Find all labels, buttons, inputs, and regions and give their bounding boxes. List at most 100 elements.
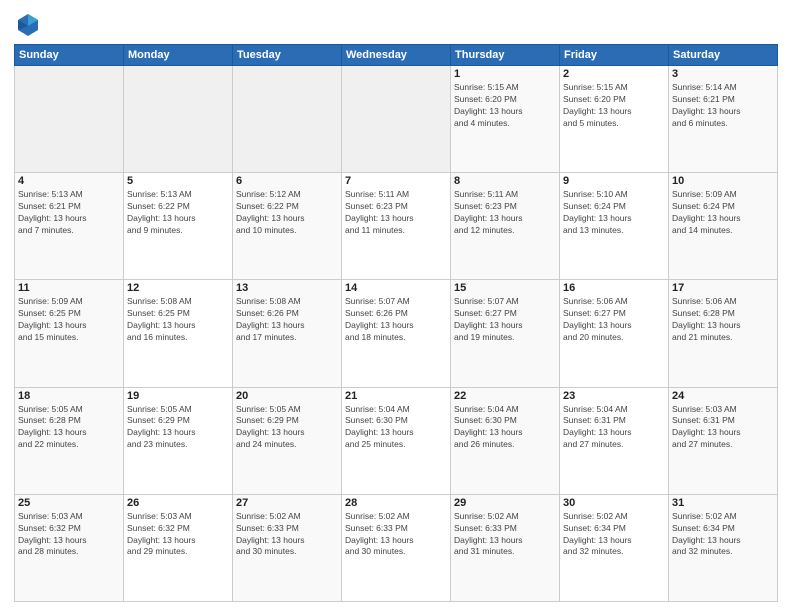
day-info: Sunrise: 5:07 AM Sunset: 6:26 PM Dayligh… — [345, 296, 447, 344]
day-cell: 25 Sunrise: 5:03 AM Sunset: 6:32 PM Dayli… — [15, 494, 124, 601]
day-cell: 12 Sunrise: 5:08 AM Sunset: 6:25 PM Dayli… — [124, 280, 233, 387]
day-info: Sunrise: 5:09 AM Sunset: 6:25 PM Dayligh… — [18, 296, 120, 344]
day-number: 16 — [563, 282, 665, 294]
day-info: Sunrise: 5:04 AM Sunset: 6:30 PM Dayligh… — [454, 404, 556, 452]
day-info: Sunrise: 5:05 AM Sunset: 6:29 PM Dayligh… — [127, 404, 229, 452]
day-number: 12 — [127, 282, 229, 294]
day-info: Sunrise: 5:02 AM Sunset: 6:34 PM Dayligh… — [563, 511, 665, 559]
day-info: Sunrise: 5:06 AM Sunset: 6:27 PM Dayligh… — [563, 296, 665, 344]
day-info: Sunrise: 5:14 AM Sunset: 6:21 PM Dayligh… — [672, 82, 774, 130]
day-info: Sunrise: 5:08 AM Sunset: 6:25 PM Dayligh… — [127, 296, 229, 344]
day-info: Sunrise: 5:02 AM Sunset: 6:34 PM Dayligh… — [672, 511, 774, 559]
day-info: Sunrise: 5:02 AM Sunset: 6:33 PM Dayligh… — [236, 511, 338, 559]
day-info: Sunrise: 5:02 AM Sunset: 6:33 PM Dayligh… — [454, 511, 556, 559]
day-cell: 26 Sunrise: 5:03 AM Sunset: 6:32 PM Dayli… — [124, 494, 233, 601]
day-cell: 15 Sunrise: 5:07 AM Sunset: 6:27 PM Dayli… — [451, 280, 560, 387]
day-number: 27 — [236, 497, 338, 509]
day-info: Sunrise: 5:04 AM Sunset: 6:31 PM Dayligh… — [563, 404, 665, 452]
day-number: 30 — [563, 497, 665, 509]
day-cell: 29Sunrise: 5:02 AM Sunset: 6:33 PM Dayli… — [451, 494, 560, 601]
day-number: 6 — [236, 175, 338, 187]
week-row-5: 25 Sunrise: 5:03 AM Sunset: 6:32 PM Dayli… — [15, 494, 778, 601]
day-number: 8 — [454, 175, 556, 187]
day-cell — [15, 66, 124, 173]
day-info: Sunrise: 5:08 AM Sunset: 6:26 PM Dayligh… — [236, 296, 338, 344]
day-info: Sunrise: 5:09 AM Sunset: 6:24 PM Dayligh… — [672, 189, 774, 237]
day-number: 20 — [236, 390, 338, 402]
day-info: Sunrise: 5:02 AM Sunset: 6:33 PM Dayligh… — [345, 511, 447, 559]
day-cell: 19 Sunrise: 5:05 AM Sunset: 6:29 PM Dayli… — [124, 387, 233, 494]
day-number: 31 — [672, 497, 774, 509]
header — [14, 10, 778, 38]
day-info: Sunrise: 5:13 AM Sunset: 6:22 PM Dayligh… — [127, 189, 229, 237]
day-info: Sunrise: 5:15 AM Sunset: 6:20 PM Dayligh… — [454, 82, 556, 130]
day-info: Sunrise: 5:06 AM Sunset: 6:28 PM Dayligh… — [672, 296, 774, 344]
day-number: 15 — [454, 282, 556, 294]
day-number: 11 — [18, 282, 120, 294]
day-cell: 18 Sunrise: 5:05 AM Sunset: 6:28 PM Dayli… — [15, 387, 124, 494]
day-cell: 24Sunrise: 5:03 AM Sunset: 6:31 PM Dayli… — [669, 387, 778, 494]
day-number: 21 — [345, 390, 447, 402]
day-info: Sunrise: 5:13 AM Sunset: 6:21 PM Dayligh… — [18, 189, 120, 237]
logo-icon — [14, 10, 42, 38]
calendar-table: SundayMondayTuesdayWednesdayThursdayFrid… — [14, 44, 778, 602]
day-cell — [124, 66, 233, 173]
day-number: 19 — [127, 390, 229, 402]
day-number: 10 — [672, 175, 774, 187]
day-cell: 13 Sunrise: 5:08 AM Sunset: 6:26 PM Dayli… — [233, 280, 342, 387]
day-cell: 27 Sunrise: 5:02 AM Sunset: 6:33 PM Dayli… — [233, 494, 342, 601]
day-number: 3 — [672, 68, 774, 80]
day-cell: 23 Sunrise: 5:04 AM Sunset: 6:31 PM Dayli… — [560, 387, 669, 494]
weekday-wednesday: Wednesday — [342, 45, 451, 66]
day-number: 1 — [454, 68, 556, 80]
day-number: 17 — [672, 282, 774, 294]
day-cell: 4Sunrise: 5:13 AM Sunset: 6:21 PM Daylig… — [15, 173, 124, 280]
day-number: 13 — [236, 282, 338, 294]
day-info: Sunrise: 5:07 AM Sunset: 6:27 PM Dayligh… — [454, 296, 556, 344]
day-cell: 6Sunrise: 5:12 AM Sunset: 6:22 PM Daylig… — [233, 173, 342, 280]
day-info: Sunrise: 5:03 AM Sunset: 6:31 PM Dayligh… — [672, 404, 774, 452]
day-cell: 2Sunrise: 5:15 AM Sunset: 6:20 PM Daylig… — [560, 66, 669, 173]
week-row-3: 11 Sunrise: 5:09 AM Sunset: 6:25 PM Dayli… — [15, 280, 778, 387]
day-cell: 10 Sunrise: 5:09 AM Sunset: 6:24 PM Dayli… — [669, 173, 778, 280]
day-info: Sunrise: 5:11 AM Sunset: 6:23 PM Dayligh… — [345, 189, 447, 237]
day-number: 23 — [563, 390, 665, 402]
day-number: 18 — [18, 390, 120, 402]
day-info: Sunrise: 5:05 AM Sunset: 6:29 PM Dayligh… — [236, 404, 338, 452]
day-cell: 11 Sunrise: 5:09 AM Sunset: 6:25 PM Dayli… — [15, 280, 124, 387]
week-row-2: 4Sunrise: 5:13 AM Sunset: 6:21 PM Daylig… — [15, 173, 778, 280]
day-cell: 9Sunrise: 5:10 AM Sunset: 6:24 PM Daylig… — [560, 173, 669, 280]
day-cell: 7 Sunrise: 5:11 AM Sunset: 6:23 PM Daylig… — [342, 173, 451, 280]
day-cell: 17 Sunrise: 5:06 AM Sunset: 6:28 PM Dayli… — [669, 280, 778, 387]
day-cell — [342, 66, 451, 173]
day-cell: 3 Sunrise: 5:14 AM Sunset: 6:21 PM Daylig… — [669, 66, 778, 173]
day-cell: 14 Sunrise: 5:07 AM Sunset: 6:26 PM Dayli… — [342, 280, 451, 387]
day-number: 7 — [345, 175, 447, 187]
weekday-saturday: Saturday — [669, 45, 778, 66]
day-number: 28 — [345, 497, 447, 509]
day-number: 25 — [18, 497, 120, 509]
weekday-friday: Friday — [560, 45, 669, 66]
week-row-1: 1 Sunrise: 5:15 AM Sunset: 6:20 PM Daylig… — [15, 66, 778, 173]
weekday-sunday: Sunday — [15, 45, 124, 66]
day-cell: 16 Sunrise: 5:06 AM Sunset: 6:27 PM Dayli… — [560, 280, 669, 387]
day-info: Sunrise: 5:15 AM Sunset: 6:20 PM Dayligh… — [563, 82, 665, 130]
day-info: Sunrise: 5:03 AM Sunset: 6:32 PM Dayligh… — [18, 511, 120, 559]
day-info: Sunrise: 5:03 AM Sunset: 6:32 PM Dayligh… — [127, 511, 229, 559]
day-number: 14 — [345, 282, 447, 294]
weekday-thursday: Thursday — [451, 45, 560, 66]
day-number: 22 — [454, 390, 556, 402]
day-cell: 21 Sunrise: 5:04 AM Sunset: 6:30 PM Dayli… — [342, 387, 451, 494]
day-number: 26 — [127, 497, 229, 509]
day-cell: 31 Sunrise: 5:02 AM Sunset: 6:34 PM Dayli… — [669, 494, 778, 601]
day-info: Sunrise: 5:04 AM Sunset: 6:30 PM Dayligh… — [345, 404, 447, 452]
day-number: 5 — [127, 175, 229, 187]
day-info: Sunrise: 5:05 AM Sunset: 6:28 PM Dayligh… — [18, 404, 120, 452]
day-cell: 20 Sunrise: 5:05 AM Sunset: 6:29 PM Dayli… — [233, 387, 342, 494]
day-number: 9 — [563, 175, 665, 187]
weekday-tuesday: Tuesday — [233, 45, 342, 66]
day-cell: 28 Sunrise: 5:02 AM Sunset: 6:33 PM Dayli… — [342, 494, 451, 601]
week-row-4: 18 Sunrise: 5:05 AM Sunset: 6:28 PM Dayli… — [15, 387, 778, 494]
page: SundayMondayTuesdayWednesdayThursdayFrid… — [0, 0, 792, 612]
day-cell: 8Sunrise: 5:11 AM Sunset: 6:23 PM Daylig… — [451, 173, 560, 280]
